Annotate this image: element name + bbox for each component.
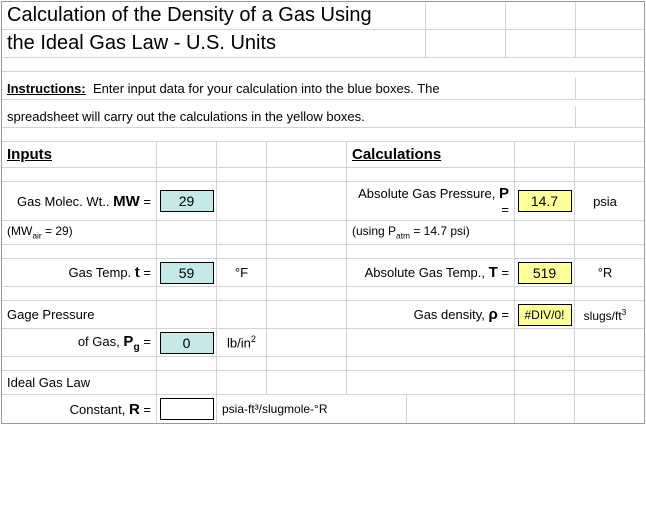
t-label: Gas Temp. t =	[2, 259, 157, 286]
t-input[interactable]: 59	[160, 262, 214, 284]
mw-label: Gas Molec. Wt.. MW =	[2, 182, 157, 220]
mw-input[interactable]: 29	[160, 190, 214, 212]
title-line1: Calculation of the Density of a Gas Usin…	[2, 2, 426, 29]
title-line2: the Ideal Gas Law - U.S. Units	[2, 30, 426, 57]
instructions-line2: spreadsheet will carry out the calculati…	[2, 106, 576, 127]
inputs-header: Inputs	[2, 142, 157, 167]
t-unit: °F	[217, 259, 267, 286]
rho-output: #DIV/0!	[518, 304, 572, 326]
p-label: Absolute Gas Pressure, P =	[347, 182, 515, 220]
T-abs-label: Absolute Gas Temp., T =	[347, 259, 515, 286]
rho-unit: slugs/ft3	[575, 301, 635, 328]
R-unit: psia-ft³/slugmole-°R	[217, 395, 407, 423]
pg-input[interactable]: 0	[160, 332, 214, 354]
T-abs-unit: °R	[575, 259, 635, 286]
spreadsheet: Calculation of the Density of a Gas Usin…	[1, 1, 645, 424]
R-input[interactable]	[160, 398, 214, 420]
R-label-2: Constant, R =	[2, 395, 157, 423]
instructions-line1: Instructions: Enter input data for your …	[2, 78, 576, 99]
calculations-header: Calculations	[347, 142, 515, 167]
mw-note: (MWair = 29)	[2, 221, 157, 244]
pg-label-1: Gage Pressure	[2, 301, 157, 328]
pg-label-2: of Gas, Pg =	[2, 329, 157, 356]
R-label-1: Ideal Gas Law	[2, 371, 157, 394]
p-output: 14.7	[518, 190, 572, 212]
p-unit: psia	[575, 182, 635, 220]
rho-label: Gas density, ρ =	[347, 301, 515, 328]
p-note: (using Patm = 14.7 psi)	[347, 221, 515, 244]
pg-unit: lb/in2	[217, 329, 267, 356]
T-abs-output: 519	[518, 262, 572, 284]
